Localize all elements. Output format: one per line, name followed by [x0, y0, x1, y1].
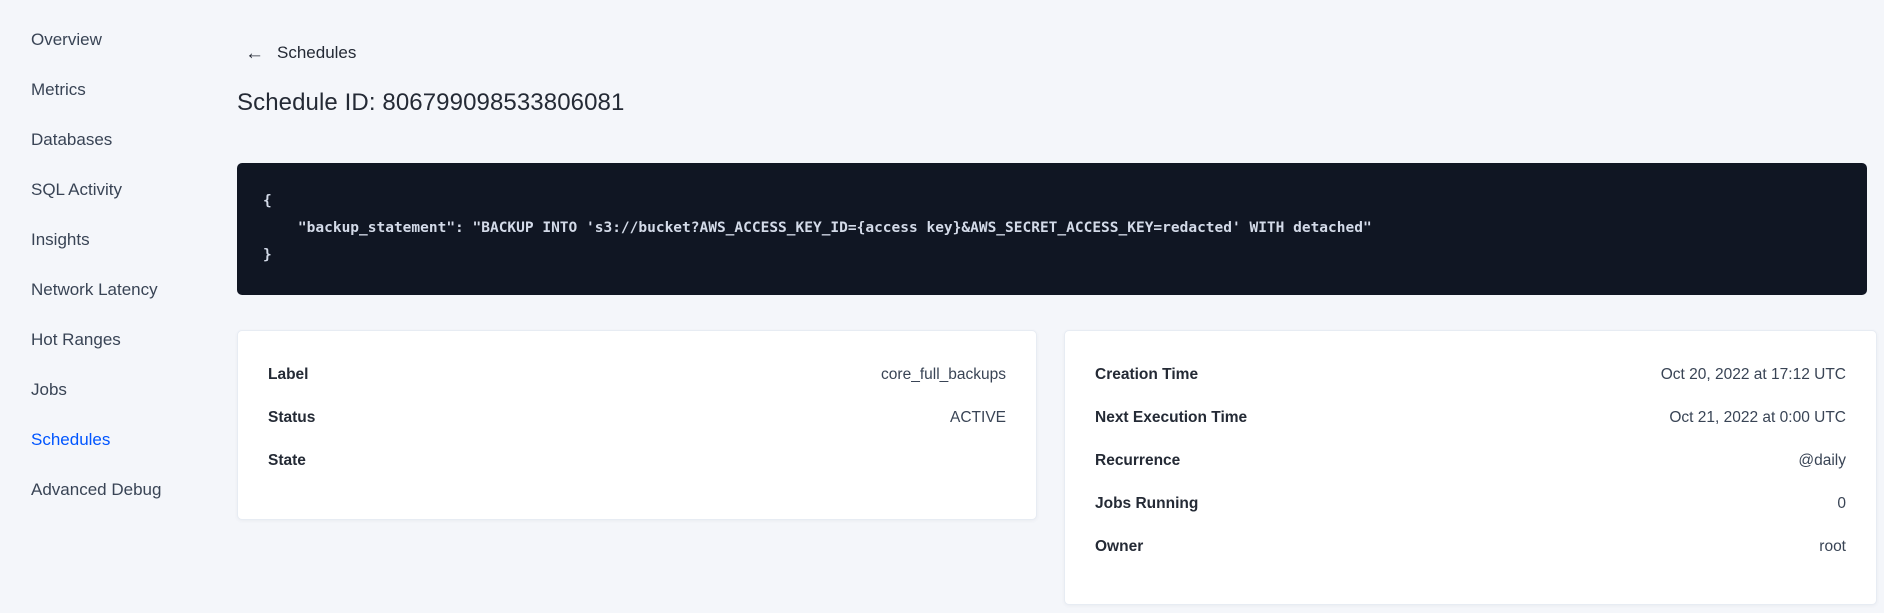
schedule-statement-code-block: { "backup_statement": "BACKUP INTO 's3:/…	[237, 163, 1867, 295]
detail-row-label: Label core_full_backups	[268, 353, 1006, 396]
detail-row-status: Status ACTIVE	[268, 396, 1006, 439]
detail-label: Next Execution Time	[1095, 408, 1248, 426]
page-title: Schedule ID: 806799098533806081	[237, 89, 625, 116]
detail-value: 0	[1837, 494, 1846, 512]
sidebar-item-network-latency[interactable]: Network Latency	[31, 281, 220, 298]
detail-label: Owner	[1095, 537, 1144, 555]
sidebar-nav: Overview Metrics Databases SQL Activity …	[0, 0, 220, 613]
detail-row-creation-time: Creation Time Oct 20, 2022 at 17:12 UTC	[1095, 353, 1846, 396]
detail-row-owner: Owner root	[1095, 525, 1846, 568]
detail-value: @daily	[1798, 451, 1846, 469]
code-line: {	[263, 193, 272, 209]
sidebar-item-hot-ranges[interactable]: Hot Ranges	[31, 331, 220, 348]
sidebar-item-sql-activity[interactable]: SQL Activity	[31, 181, 220, 198]
back-to-schedules-link[interactable]: ← Schedules	[245, 43, 356, 63]
sidebar-item-jobs[interactable]: Jobs	[31, 381, 220, 398]
sidebar-item-insights[interactable]: Insights	[31, 231, 220, 248]
detail-value: Oct 20, 2022 at 17:12 UTC	[1660, 365, 1846, 383]
detail-value: root	[1819, 537, 1846, 555]
code-line: }	[263, 247, 272, 263]
detail-label: Creation Time	[1095, 365, 1199, 383]
detail-row-next-execution-time: Next Execution Time Oct 21, 2022 at 0:00…	[1095, 396, 1846, 439]
left-arrow-icon: ←	[245, 42, 264, 64]
back-link-label: Schedules	[277, 43, 357, 62]
schedule-details-card: Label core_full_backups Status ACTIVE St…	[237, 330, 1037, 520]
detail-row-recurrence: Recurrence @daily	[1095, 439, 1846, 482]
detail-value: ACTIVE	[950, 408, 1006, 426]
sidebar-item-advanced-debug[interactable]: Advanced Debug	[31, 481, 220, 498]
detail-value: core_full_backups	[881, 365, 1006, 383]
detail-label: State	[268, 451, 306, 469]
detail-label: Recurrence	[1095, 451, 1181, 469]
sidebar-item-databases[interactable]: Databases	[31, 131, 220, 148]
detail-row-state: State	[268, 439, 1006, 482]
sidebar-item-metrics[interactable]: Metrics	[31, 81, 220, 98]
schedule-timing-card: Creation Time Oct 20, 2022 at 17:12 UTC …	[1064, 330, 1877, 605]
sidebar-item-overview[interactable]: Overview	[31, 31, 220, 48]
detail-label: Label	[268, 365, 309, 383]
detail-label: Status	[268, 408, 316, 426]
detail-row-jobs-running: Jobs Running 0	[1095, 482, 1846, 525]
detail-label: Jobs Running	[1095, 494, 1199, 512]
code-line: "backup_statement": "BACKUP INTO 's3://b…	[263, 220, 1372, 236]
sidebar-item-schedules[interactable]: Schedules	[31, 431, 220, 448]
detail-value: Oct 21, 2022 at 0:00 UTC	[1669, 408, 1846, 426]
main-content: ← Schedules Schedule ID: 806799098533806…	[237, 0, 1877, 613]
